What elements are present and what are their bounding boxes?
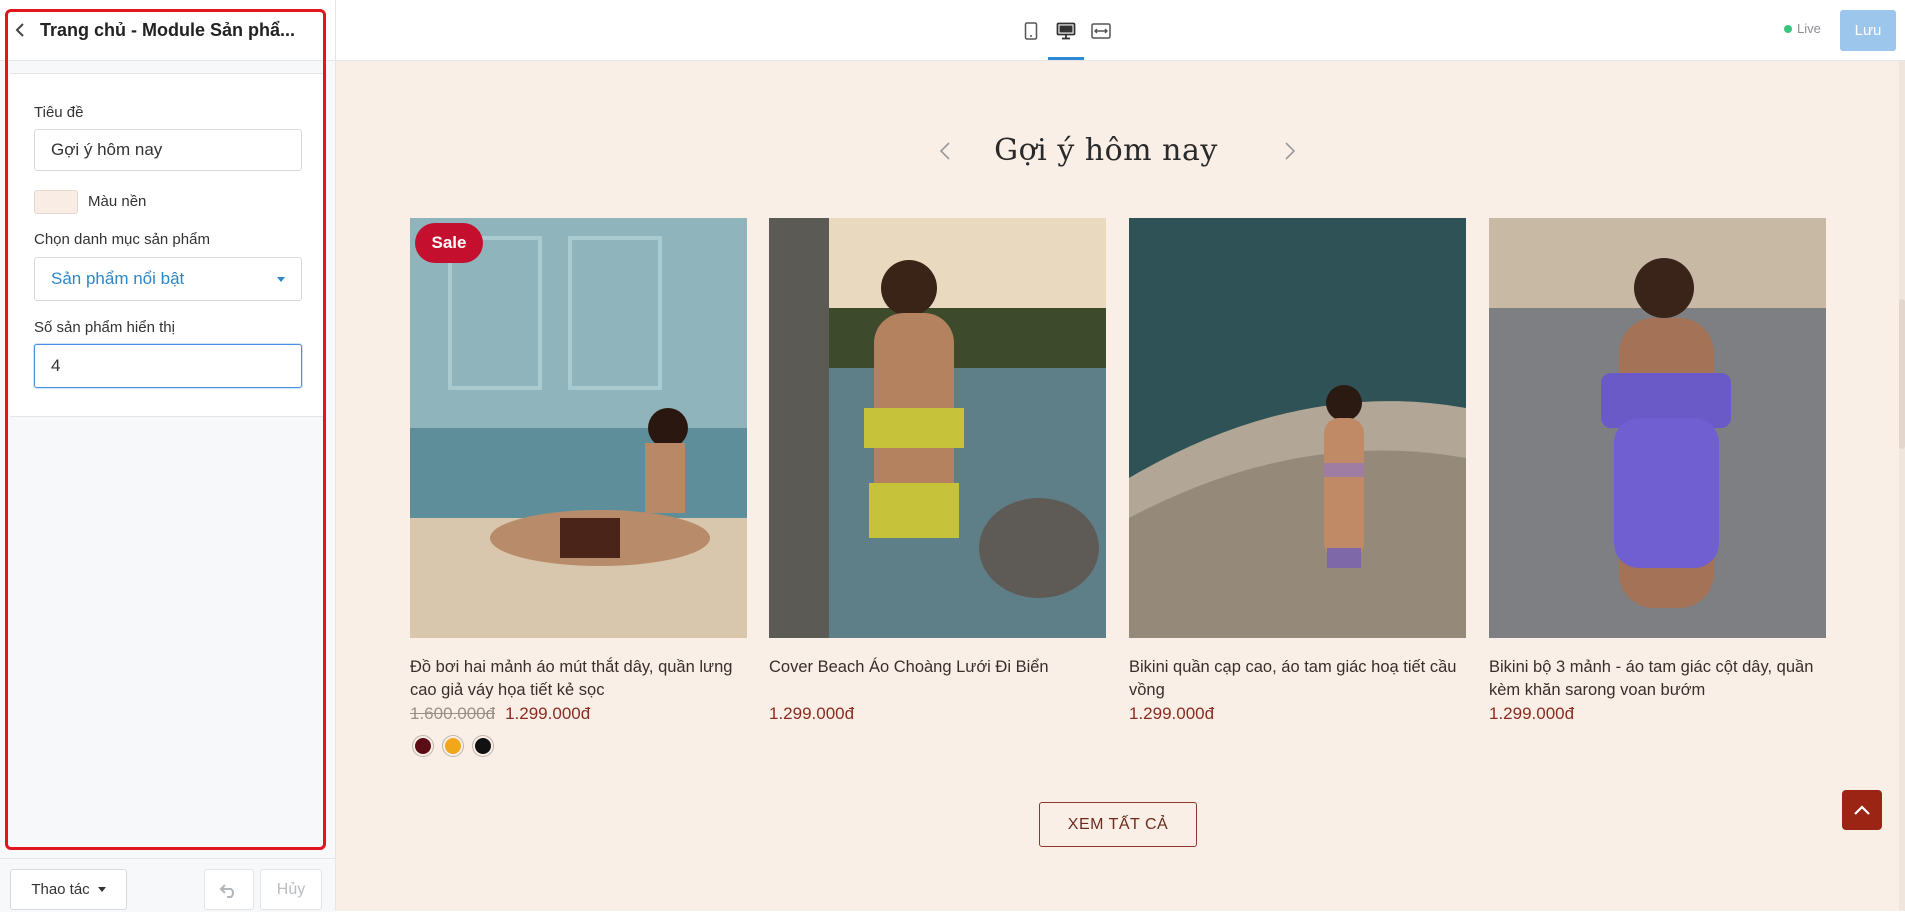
top-toolbar: Live Lưu [336, 0, 1905, 61]
desktop-view-button[interactable] [1049, 14, 1083, 48]
price: 1.299.000đ [1489, 704, 1575, 723]
product-image[interactable] [1489, 218, 1826, 638]
product-card[interactable]: Sale Đồ bơi hai mảnh áo mút thắt dây, qu… [410, 218, 747, 756]
save-button[interactable]: Lưu [1840, 10, 1896, 51]
color-swatch-maroon[interactable] [413, 736, 433, 756]
mobile-view-button[interactable] [1014, 14, 1048, 48]
sea-photo [769, 218, 1106, 638]
panel-footer: Thao tác Hủy [0, 858, 335, 912]
chevron-left-icon [15, 23, 24, 37]
price-row: 1.299.000đ [1129, 704, 1466, 724]
cancel-button[interactable]: Hủy [260, 869, 322, 910]
product-card[interactable]: Cover Beach Áo Choàng Lưới Đi Biển 1.299… [769, 218, 1106, 724]
fullwidth-view-button[interactable] [1084, 14, 1118, 48]
color-swatch-black[interactable] [473, 736, 493, 756]
product-name[interactable]: Đồ bơi hai mảnh áo mút thắt dây, quần lư… [410, 656, 747, 702]
fullwidth-icon [1091, 23, 1111, 39]
price-row: 1.299.000đ [1489, 704, 1826, 724]
next-arrow-button[interactable] [1277, 139, 1301, 163]
color-swatch-yellow[interactable] [443, 736, 463, 756]
boat-photo [1129, 218, 1466, 638]
active-device-indicator [1048, 57, 1084, 60]
price: 1.299.000đ [1129, 704, 1215, 723]
product-image[interactable]: Sale [410, 218, 747, 638]
product-name[interactable]: Bikini bộ 3 mảnh - áo tam giác cột dây, … [1489, 656, 1826, 702]
background-color-label: Màu nền [88, 193, 147, 210]
mobile-icon [1024, 22, 1038, 40]
title-input[interactable] [34, 129, 302, 171]
live-status-label: Live [1797, 21, 1821, 36]
product-count-input[interactable] [34, 344, 302, 388]
product-card[interactable]: Bikini bộ 3 mảnh - áo tam giác cột dây, … [1489, 218, 1826, 724]
price: 1.299.000đ [769, 704, 855, 723]
scrollbar-thumb[interactable] [1899, 299, 1905, 449]
actions-dropdown-button[interactable]: Thao tác [10, 869, 127, 910]
price-row: 1.299.000đ [769, 704, 1106, 724]
sale-badge: Sale [415, 223, 483, 263]
old-price: 1.600.000đ [410, 704, 496, 723]
settings-form: Tiêu đề Màu nền Chọn danh mục sản phẩm S… [10, 73, 324, 417]
live-status: Live [1784, 21, 1821, 36]
caret-down-icon [277, 276, 285, 282]
caret-down-icon [97, 887, 106, 892]
preview-scrollbar[interactable] [1899, 61, 1905, 911]
product-card[interactable]: Bikini quần cạp cao, áo tam giác hoạ tiế… [1129, 218, 1466, 724]
panel-header: Trang chủ - Module Sản phẩ... [0, 0, 335, 61]
product-image[interactable] [1129, 218, 1466, 638]
product-count-label: Số sản phẩm hiển thị [34, 319, 175, 336]
view-all-button[interactable]: XEM TẤT CẢ [1039, 802, 1197, 847]
panel-title: Trang chủ - Module Sản phẩ... [40, 19, 295, 40]
product-image[interactable] [769, 218, 1106, 638]
pool-photo [410, 218, 747, 638]
category-select-value: Sản phẩm nổi bật [51, 269, 185, 288]
color-swatches [410, 736, 747, 756]
category-label: Chọn danh mục sản phẩm [34, 231, 210, 248]
settings-panel: Trang chủ - Module Sản phẩ... Tiêu đề Mà… [0, 0, 336, 912]
background-color-picker[interactable] [34, 190, 78, 214]
product-name[interactable]: Bikini quần cạp cao, áo tam giác hoạ tiế… [1129, 656, 1466, 702]
back-button[interactable] [0, 0, 40, 60]
undo-icon [219, 883, 234, 898]
price: 1.299.000đ [505, 704, 591, 723]
category-select[interactable]: Sản phẩm nổi bật [34, 257, 302, 301]
status-dot-icon [1784, 24, 1792, 33]
title-label: Tiêu đề [34, 104, 84, 121]
product-name[interactable]: Cover Beach Áo Choàng Lưới Đi Biển [769, 656, 1106, 702]
price-row: 1.600.000đ 1.299.000đ [410, 704, 747, 724]
desktop-icon [1056, 22, 1076, 40]
ocean-photo [1489, 218, 1826, 638]
page-preview: Gợi ý hôm nay Sale Đồ bơi hai mảnh áo mú… [336, 61, 1905, 911]
undo-button[interactable] [204, 869, 254, 910]
actions-label: Thao tác [31, 881, 90, 898]
chevron-right-icon [1285, 142, 1296, 160]
scroll-to-top-button[interactable] [1842, 790, 1882, 830]
section-title: Gợi ý hôm nay [994, 133, 1218, 168]
chevron-up-icon [1854, 805, 1870, 815]
